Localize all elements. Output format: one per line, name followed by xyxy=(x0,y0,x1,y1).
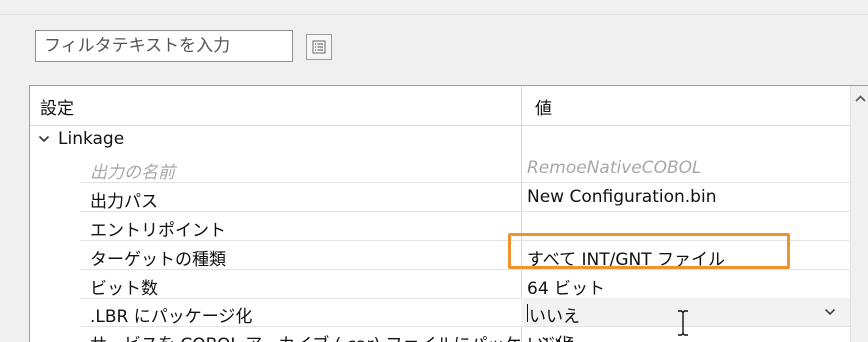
property-name: サービスを COBOL アーカイブ (.car) ファイルにパッケージ化 xyxy=(90,330,572,342)
property-name: エントリポイント xyxy=(90,221,226,241)
header-value[interactable]: 値 xyxy=(535,94,552,119)
property-name: ビット数 xyxy=(90,279,158,299)
property-value[interactable]: 64 ビット xyxy=(527,274,605,299)
property-row-output-name[interactable]: 出力の名前 RemoeNativeCOBOL xyxy=(30,154,850,183)
row-gutter xyxy=(30,298,80,327)
row-gutter xyxy=(30,183,80,212)
row-gutter xyxy=(30,241,80,270)
group-label: Linkage xyxy=(58,129,125,149)
property-name: 出力パス xyxy=(90,192,158,212)
property-value-select[interactable]: いいえ xyxy=(529,302,580,327)
property-grid: 設定 値 Linkage 出力の名前 RemoeNativeCOBOL 出力パス… xyxy=(29,85,868,342)
vertical-scrollbar[interactable] xyxy=(850,86,868,342)
chevron-down-icon[interactable] xyxy=(824,307,836,317)
list-options-icon xyxy=(312,40,326,54)
property-value: RemoeNativeCOBOL xyxy=(527,158,702,178)
filter-options-button[interactable] xyxy=(306,34,332,60)
property-value[interactable]: New Configuration.bin xyxy=(527,187,716,207)
property-row-output-path[interactable]: 出力パス New Configuration.bin xyxy=(30,183,850,212)
filter-text-input[interactable] xyxy=(35,30,293,62)
property-row-package-car[interactable]: サービスを COBOL アーカイブ (.car) ファイルにパッケージ化 いいえ xyxy=(30,326,850,342)
row-gutter xyxy=(30,326,80,342)
property-name: .LBR にパッケージ化 xyxy=(90,307,253,327)
ibeam-cursor-icon xyxy=(678,310,688,336)
group-row-linkage[interactable]: Linkage xyxy=(30,125,850,154)
property-value[interactable]: すべて INT/GNT ファイル xyxy=(527,245,725,270)
grid-header: 設定 値 xyxy=(30,86,850,126)
property-row-target-type[interactable]: ターゲットの種類 すべて INT/GNT ファイル xyxy=(30,241,850,270)
row-gutter xyxy=(30,212,80,241)
chevron-down-icon[interactable] xyxy=(38,133,50,145)
properties-panel: 設定 値 Linkage 出力の名前 RemoeNativeCOBOL 出力パス… xyxy=(0,0,868,342)
chevron-up-icon[interactable] xyxy=(854,94,867,103)
property-row-bitness[interactable]: ビット数 64 ビット xyxy=(30,270,850,299)
property-row-package-lbr[interactable]: .LBR にパッケージ化 いいえ xyxy=(30,298,850,327)
header-setting[interactable]: 設定 xyxy=(40,94,74,119)
property-name: ターゲットの種類 xyxy=(90,250,226,270)
row-gutter xyxy=(30,154,80,183)
property-name: 出力の名前 xyxy=(90,163,175,183)
property-row-entry-point[interactable]: エントリポイント xyxy=(30,212,850,241)
row-gutter xyxy=(30,270,80,299)
text-caret xyxy=(527,304,528,322)
property-value[interactable]: いいえ xyxy=(527,330,578,342)
top-divider xyxy=(0,0,868,15)
